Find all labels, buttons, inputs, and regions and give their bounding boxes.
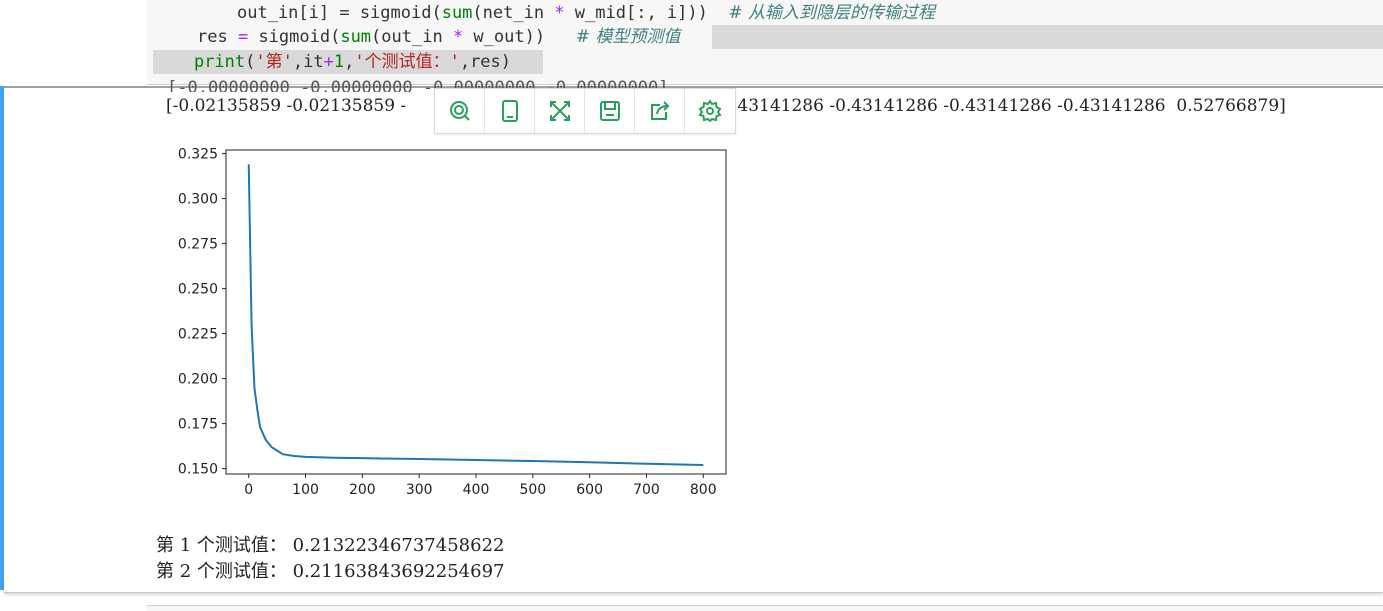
result-line-1: 第 1 个测试值： 0.21322346737458622 bbox=[156, 535, 505, 556]
toolbar-tablet-button[interactable] bbox=[485, 89, 535, 133]
y-tick-label: 0.225 bbox=[178, 327, 218, 343]
y-tick-label: 0.250 bbox=[178, 282, 218, 298]
code-editor[interactable]: out_in[i] = sigmoid(sum(net_in * w_mid[:… bbox=[147, 0, 1383, 85]
code-operator: + bbox=[323, 52, 334, 72]
code-builtin: sum bbox=[441, 3, 473, 23]
code-operator: * bbox=[554, 3, 565, 23]
code-comment: # 模型预测值 bbox=[575, 27, 681, 47]
y-tick-label: 0.275 bbox=[178, 237, 218, 253]
save-icon bbox=[599, 101, 620, 121]
code-text: (out_in bbox=[371, 27, 453, 47]
plot-frame bbox=[225, 149, 727, 475]
x-tick-label: 800 bbox=[690, 482, 717, 498]
expand-icon bbox=[549, 101, 570, 121]
next-code-cell[interactable] bbox=[147, 605, 1383, 611]
code-text: (net_in bbox=[472, 3, 555, 23]
line-chart: 0 100 200 300 400 500 600 700 800 0.150 0.175 0.200… bbox=[178, 147, 727, 498]
code-number: 1 bbox=[333, 52, 345, 72]
toolbar-share-button[interactable] bbox=[635, 89, 685, 133]
code-text: sigmoid( bbox=[248, 27, 341, 47]
code-builtin: print bbox=[193, 52, 246, 72]
share-icon bbox=[650, 101, 669, 120]
code-operator: = bbox=[237, 27, 249, 47]
toolbar-settings-button[interactable] bbox=[685, 89, 734, 133]
x-tick-label: 400 bbox=[463, 482, 490, 498]
y-tick-label: 0.325 bbox=[178, 147, 218, 163]
search-icon bbox=[449, 101, 470, 121]
y-tick-label: 0.150 bbox=[178, 462, 218, 478]
x-tick-label: 200 bbox=[349, 482, 376, 498]
y-tick-label: 0.300 bbox=[178, 192, 218, 208]
code-line-1[interactable]: out_in[i] = sigmoid(sum(net_in * w_mid[:… bbox=[237, 1, 935, 25]
code-line-3[interactable]: print('第',it+1,'个测试值：',res) bbox=[153, 50, 511, 74]
code-text: ,it bbox=[292, 52, 324, 72]
x-tick-label: 300 bbox=[406, 482, 433, 498]
gear-icon bbox=[697, 99, 722, 123]
code-text: w_mid[:, i])) bbox=[564, 3, 729, 23]
x-tick-label: 700 bbox=[633, 482, 660, 498]
code-text: out_in[i] = sigmoid( bbox=[237, 3, 442, 23]
x-tick-label: 0 bbox=[244, 482, 253, 498]
result-line-2: 第 2 个测试值： 0.21163843692254697 bbox=[156, 561, 505, 582]
code-string: '个测试值：' bbox=[354, 52, 460, 72]
code-text: res bbox=[197, 27, 238, 47]
output-area[interactable]: [-0.00000000 -0.00000000 -0.00000000 -0.… bbox=[4, 80, 1383, 593]
code-comment: # 从输入到隐层的传输过程 bbox=[728, 3, 935, 23]
line-highlight bbox=[712, 25, 1383, 49]
x-tick-label: 100 bbox=[292, 482, 319, 498]
code-string: '第' bbox=[255, 52, 293, 72]
y-tick-label: 0.200 bbox=[178, 372, 218, 388]
x-tick-label: 600 bbox=[576, 482, 603, 498]
y-tick-label: 0.175 bbox=[178, 417, 218, 433]
code-cell[interactable]: out_in[i] = sigmoid(sum(net_in * w_mid[:… bbox=[0, 0, 1383, 86]
code-line-2[interactable]: res = sigmoid(sum(out_in * w_out)) # 模型预… bbox=[197, 25, 680, 49]
code-text: , bbox=[344, 52, 355, 72]
array-output-right: .43141286 -0.43141286 -0.43141286 -0.431… bbox=[732, 96, 1286, 116]
toolbar-search-button[interactable] bbox=[435, 89, 485, 133]
toolbar-save-button[interactable] bbox=[585, 89, 635, 133]
code-text: ,res) bbox=[459, 52, 512, 72]
code-text: w_out)) bbox=[463, 27, 576, 47]
x-tick-label: 500 bbox=[519, 482, 546, 498]
code-text: ( bbox=[245, 52, 256, 72]
image-toolbar bbox=[434, 88, 736, 134]
code-builtin: sum bbox=[340, 27, 372, 47]
array-output-left: [-0.02135859 -0.02135859 - bbox=[166, 96, 407, 116]
tablet-icon bbox=[501, 100, 518, 122]
toolbar-expand-button[interactable] bbox=[535, 89, 585, 133]
code-operator: * bbox=[452, 27, 464, 47]
